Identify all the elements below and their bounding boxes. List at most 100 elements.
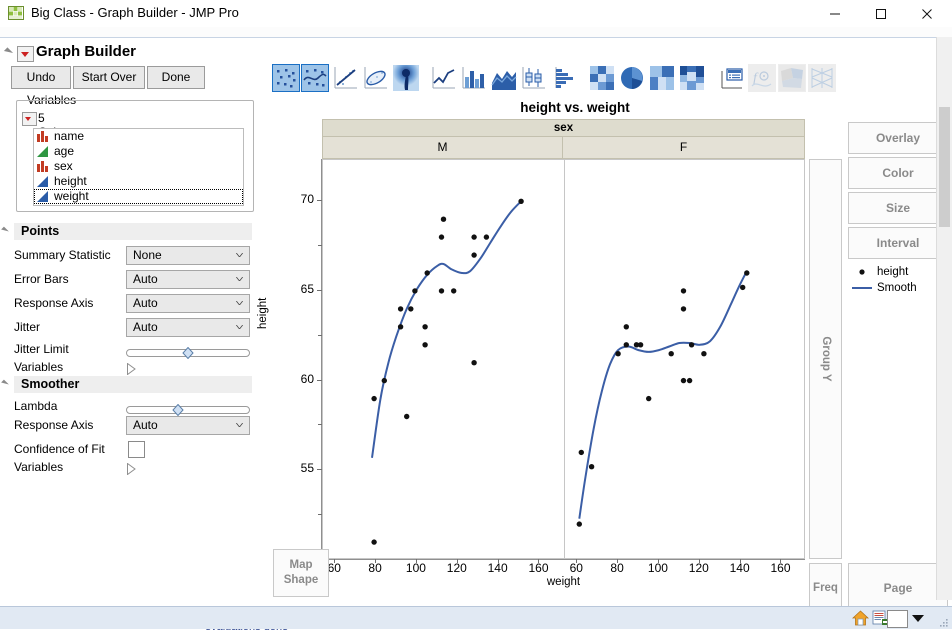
map-shape-icon[interactable] (778, 64, 806, 92)
scatter-plot-canvas[interactable] (323, 160, 806, 560)
data-point[interactable] (397, 324, 404, 330)
dropzone-size[interactable]: Size (848, 192, 948, 224)
treemap-icon[interactable] (648, 64, 676, 92)
data-point[interactable] (408, 306, 414, 312)
data-point[interactable] (422, 342, 428, 348)
data-point[interactable] (701, 351, 707, 357)
data-point[interactable] (471, 360, 477, 366)
data-point[interactable] (623, 342, 629, 348)
start-over-button[interactable]: Start Over (73, 66, 145, 89)
outline-disclosure-icon[interactable] (3, 47, 14, 57)
data-point[interactable] (576, 521, 582, 527)
data-point[interactable] (438, 288, 445, 294)
dropzone-interval[interactable]: Interval (848, 227, 948, 259)
pie-icon[interactable] (618, 64, 646, 92)
error-bars-select[interactable]: Auto (126, 270, 250, 289)
data-point[interactable] (623, 324, 629, 330)
vertical-scrollbar[interactable] (936, 37, 952, 600)
data-point[interactable] (471, 252, 477, 258)
data-point[interactable] (518, 198, 524, 204)
dropzone-group-y[interactable]: Group Y (809, 159, 842, 559)
data-point[interactable] (371, 539, 377, 545)
plot-frame[interactable] (322, 159, 806, 560)
data-point[interactable] (680, 377, 687, 384)
data-point[interactable] (646, 395, 652, 402)
caption-box-icon[interactable] (718, 64, 746, 92)
points-icon[interactable] (272, 64, 300, 92)
home-icon[interactable] (851, 610, 870, 631)
data-point[interactable] (686, 377, 693, 384)
data-point[interactable] (440, 216, 447, 222)
contour-icon[interactable] (392, 64, 420, 92)
facet-header-m[interactable]: M (322, 137, 563, 159)
jitter-limit-slider[interactable] (126, 346, 250, 360)
data-point[interactable] (451, 288, 457, 294)
columns-red-triangle-icon[interactable] (22, 112, 37, 126)
dropzone-freq[interactable]: Freq (809, 563, 842, 612)
data-point[interactable] (680, 306, 687, 312)
data-point[interactable] (412, 288, 418, 294)
smoother-variables-disclosure-icon[interactable] (127, 462, 136, 476)
smoother-response-axis-select[interactable]: Auto (126, 416, 250, 435)
points-response-axis-select[interactable]: Auto (126, 294, 250, 313)
color-swatch-button[interactable] (887, 610, 908, 628)
line-of-fit-icon[interactable] (332, 64, 360, 92)
data-point[interactable] (438, 234, 445, 240)
jitter-select[interactable]: Auto (126, 318, 250, 337)
data-point[interactable] (668, 351, 674, 357)
column-item-name[interactable]: name (34, 129, 243, 144)
smoother-section-header[interactable]: Smoother (1, 376, 252, 393)
points-section-header[interactable]: Points (1, 223, 252, 240)
column-item-height[interactable]: height (34, 174, 243, 189)
window-minimize-button[interactable] (812, 0, 858, 27)
data-point[interactable] (424, 270, 430, 276)
data-point[interactable] (404, 413, 410, 420)
chevron-down-icon[interactable] (912, 615, 924, 622)
line-icon[interactable] (430, 64, 458, 92)
column-item-age[interactable]: age (34, 144, 243, 159)
resize-grip[interactable] (937, 615, 949, 627)
data-point[interactable] (422, 324, 428, 330)
facet-header-f[interactable]: F (563, 137, 805, 159)
data-point[interactable] (381, 377, 387, 384)
smoother-line-m[interactable] (371, 200, 522, 458)
dropzone-page[interactable]: Page (848, 563, 948, 612)
window-close-button[interactable] (904, 0, 950, 27)
data-point[interactable] (397, 306, 404, 312)
lambda-slider[interactable] (126, 403, 250, 417)
undo-button[interactable]: Undo (11, 66, 71, 89)
smoother-icon[interactable] (301, 64, 329, 92)
points-disclosure-icon[interactable] (1, 226, 9, 235)
data-point[interactable] (744, 270, 750, 276)
data-point[interactable] (740, 284, 746, 291)
box-plot-icon[interactable] (520, 64, 548, 92)
summary-statistic-select[interactable]: None (126, 246, 250, 265)
confidence-of-fit-checkbox[interactable] (128, 441, 145, 458)
column-item-sex[interactable]: sex (34, 159, 243, 174)
data-point[interactable] (688, 342, 695, 348)
data-point[interactable] (588, 464, 595, 470)
data-point[interactable] (471, 234, 477, 240)
formula-icon[interactable]: f (748, 64, 776, 92)
columns-list[interactable]: name age sex height weight (33, 128, 244, 206)
column-item-weight[interactable]: weight (34, 189, 243, 204)
smoother-line-f[interactable] (578, 270, 748, 519)
histogram-icon[interactable] (550, 64, 578, 92)
scrollbar-thumb[interactable] (939, 107, 950, 227)
parallel-plot-icon[interactable] (808, 64, 836, 92)
window-maximize-button[interactable] (858, 0, 904, 27)
red-triangle-menu-icon[interactable] (17, 46, 34, 62)
legend-item-height[interactable]: height (851, 264, 947, 280)
ellipse-icon[interactable] (362, 64, 390, 92)
data-point[interactable] (483, 234, 490, 240)
legend-item-smooth[interactable]: Smooth (851, 280, 947, 296)
dropzone-color[interactable]: Color (848, 157, 948, 189)
data-point[interactable] (680, 288, 687, 294)
done-button[interactable]: Done (147, 66, 205, 89)
data-point[interactable] (615, 351, 621, 357)
area-icon[interactable] (490, 64, 518, 92)
heatmap-icon[interactable] (588, 64, 616, 92)
dropzone-overlay[interactable]: Overlay (848, 122, 948, 154)
smoother-disclosure-icon[interactable] (1, 379, 9, 388)
data-point[interactable] (637, 342, 644, 348)
